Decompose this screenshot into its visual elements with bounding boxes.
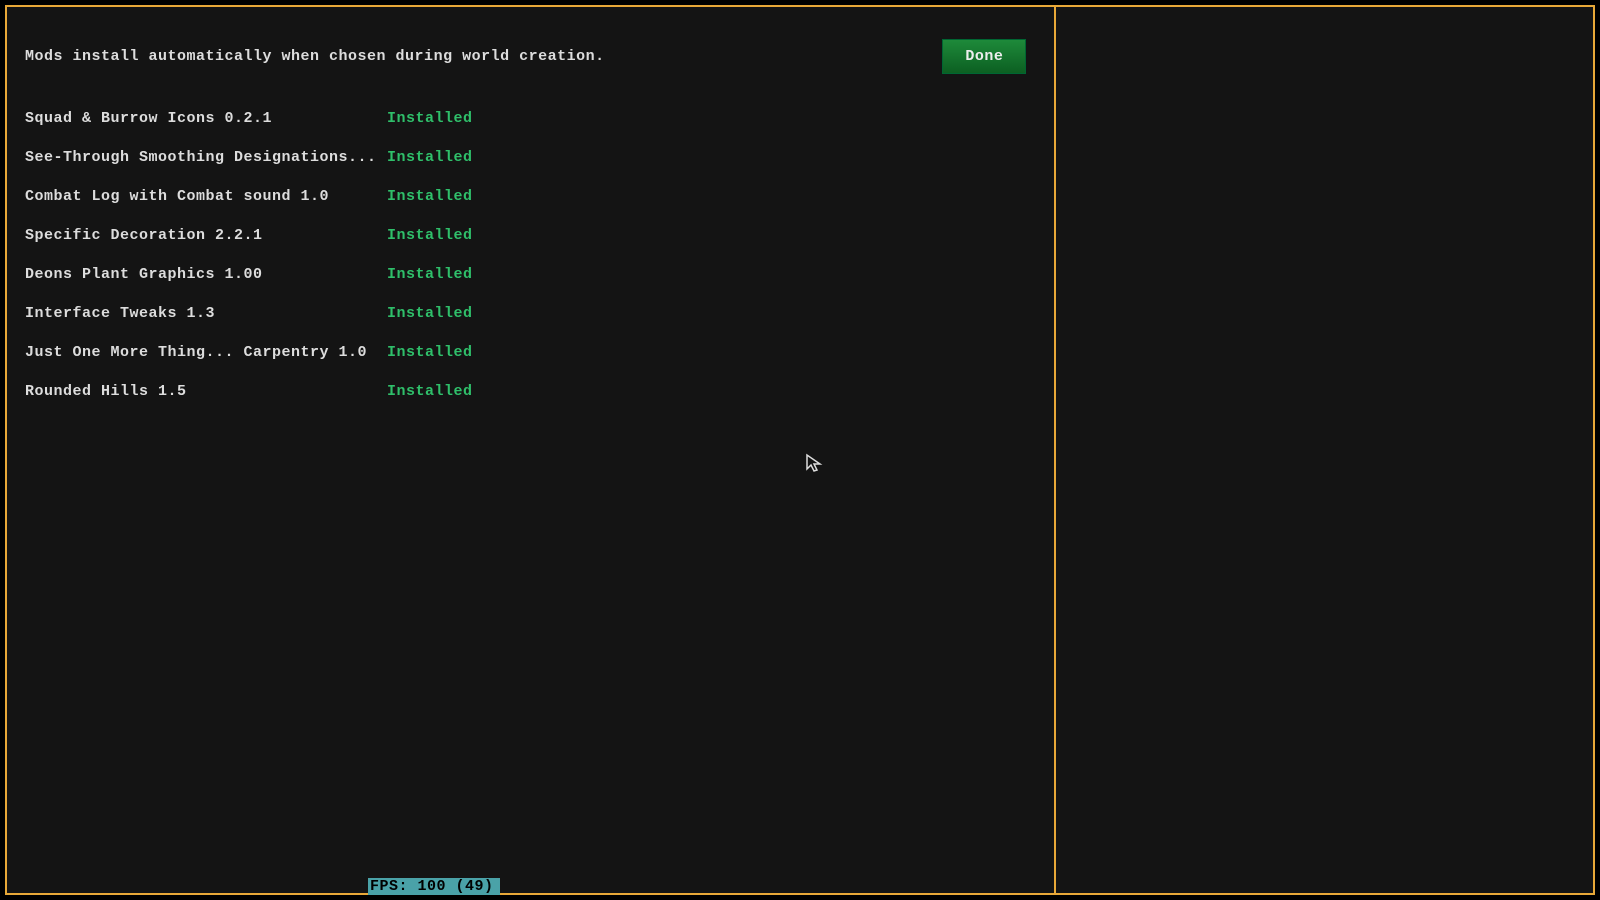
mod-name: Deons Plant Graphics 1.00 xyxy=(25,266,387,283)
mod-row[interactable]: Specific Decoration 2.2.1 Installed xyxy=(25,227,1036,244)
mod-name: Just One More Thing... Carpentry 1.0 xyxy=(25,344,387,361)
mod-name: See-Through Smoothing Designations... xyxy=(25,149,387,166)
mod-status: Installed xyxy=(387,383,473,400)
mod-name: Specific Decoration 2.2.1 xyxy=(25,227,387,244)
mod-status: Installed xyxy=(387,266,473,283)
mod-status: Installed xyxy=(387,149,473,166)
main-panel: Mods install automatically when chosen d… xyxy=(7,7,1056,893)
mod-name: Combat Log with Combat sound 1.0 xyxy=(25,188,387,205)
mod-name: Rounded Hills 1.5 xyxy=(25,383,387,400)
window-frame: Mods install automatically when chosen d… xyxy=(5,5,1595,895)
mod-row[interactable]: See-Through Smoothing Designations... In… xyxy=(25,149,1036,166)
mod-row[interactable]: Combat Log with Combat sound 1.0 Install… xyxy=(25,188,1036,205)
mod-row[interactable]: Rounded Hills 1.5 Installed xyxy=(25,383,1036,400)
mod-row[interactable]: Squad & Burrow Icons 0.2.1 Installed xyxy=(25,110,1036,127)
mod-row[interactable]: Just One More Thing... Carpentry 1.0 Ins… xyxy=(25,344,1036,361)
mod-status: Installed xyxy=(387,344,473,361)
fps-display: FPS: 100 (49) xyxy=(368,878,500,895)
mod-status: Installed xyxy=(387,305,473,322)
mod-status: Installed xyxy=(387,227,473,244)
mod-row[interactable]: Deons Plant Graphics 1.00 Installed xyxy=(25,266,1036,283)
mod-status: Installed xyxy=(387,188,473,205)
info-text: Mods install automatically when chosen d… xyxy=(25,48,605,65)
detail-panel xyxy=(1056,7,1593,893)
mod-name: Interface Tweaks 1.3 xyxy=(25,305,387,322)
mod-name: Squad & Burrow Icons 0.2.1 xyxy=(25,110,387,127)
mod-list: Squad & Burrow Icons 0.2.1 Installed See… xyxy=(25,110,1036,400)
mod-status: Installed xyxy=(387,110,473,127)
header-row: Mods install automatically when chosen d… xyxy=(25,39,1036,74)
done-button[interactable]: Done xyxy=(942,39,1026,74)
mod-row[interactable]: Interface Tweaks 1.3 Installed xyxy=(25,305,1036,322)
